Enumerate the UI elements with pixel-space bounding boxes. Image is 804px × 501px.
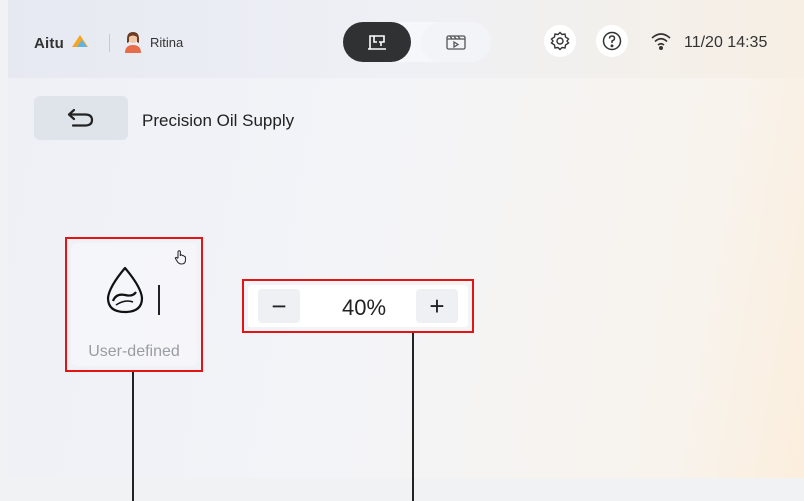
user-name[interactable]: Ritina [150, 35, 183, 50]
device-screen: Aitu Ritina 11/20 14:35 Precision Oil Su… [8, 0, 804, 478]
user-avatar[interactable] [123, 31, 143, 53]
brand-logo-text: Aitu [34, 35, 64, 52]
oil-mode-card[interactable]: User-defined [65, 237, 203, 372]
datetime-display: 11/20 14:35 [684, 34, 768, 51]
mode-toggle[interactable] [343, 22, 491, 62]
callout-line-mode [132, 372, 134, 501]
video-preview-icon [446, 35, 466, 50]
callout-line-stepper [412, 333, 414, 501]
preview-mode-button[interactable] [421, 22, 491, 62]
help-button[interactable] [596, 25, 628, 57]
settings-button[interactable] [544, 25, 576, 57]
help-icon [602, 31, 622, 51]
stepper-highlight [242, 279, 474, 333]
brand-logo-icon [72, 35, 88, 47]
top-bar: Aitu Ritina 11/20 14:35 [8, 0, 804, 78]
wifi-icon [651, 33, 671, 51]
oil-amount-stepper[interactable]: − 40% + [242, 279, 474, 333]
oil-mode-highlight [65, 237, 203, 372]
sewing-machine-icon [368, 35, 386, 50]
page-title: Precision Oil Supply [142, 111, 295, 130]
header-divider [109, 34, 110, 52]
back-arrow-icon [67, 108, 94, 127]
settings-icon [550, 31, 570, 51]
back-button[interactable] [34, 96, 128, 140]
sewing-mode-button[interactable] [343, 22, 411, 62]
